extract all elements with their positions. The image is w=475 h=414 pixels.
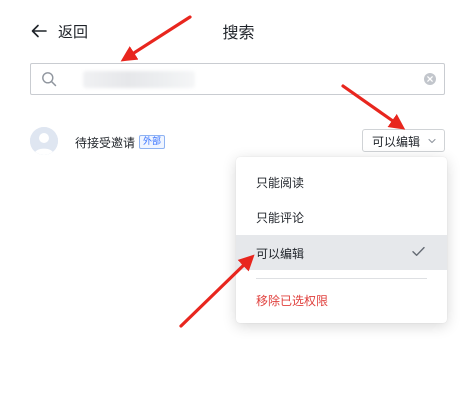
menu-item-remove-permission[interactable]: 移除已选权限 xyxy=(236,282,447,317)
page-title: 搜索 xyxy=(222,23,255,42)
menu-item-label: 可以编辑 xyxy=(256,247,305,261)
menu-item-can-edit[interactable]: 可以编辑 xyxy=(236,235,447,270)
menu-divider xyxy=(256,278,427,279)
external-tag: 外部 xyxy=(139,135,166,149)
member-name: 待接受邀请 xyxy=(75,136,136,150)
search-icon xyxy=(42,72,57,87)
permission-select[interactable]: 可以编辑 xyxy=(362,129,445,152)
menu-item-label: 移除已选权限 xyxy=(256,294,329,308)
header: 返回 搜索 xyxy=(0,0,475,62)
menu-item-label: 只能评论 xyxy=(256,211,305,225)
menu-item-comment-only[interactable]: 只能评论 xyxy=(236,199,447,234)
menu-item-label: 只能阅读 xyxy=(256,176,305,190)
check-icon xyxy=(412,246,425,256)
clear-icon[interactable] xyxy=(423,72,437,86)
permission-select-label: 可以编辑 xyxy=(372,135,421,149)
permission-dropdown-menu: 只能阅读 只能评论 可以编辑 移除已选权限 xyxy=(236,157,447,323)
menu-item-read-only[interactable]: 只能阅读 xyxy=(236,164,447,199)
avatar-icon xyxy=(30,127,58,155)
search-box[interactable] xyxy=(30,63,445,95)
redacted-search-text xyxy=(83,71,195,88)
avatar xyxy=(30,127,58,155)
chevron-down-icon xyxy=(428,138,436,144)
